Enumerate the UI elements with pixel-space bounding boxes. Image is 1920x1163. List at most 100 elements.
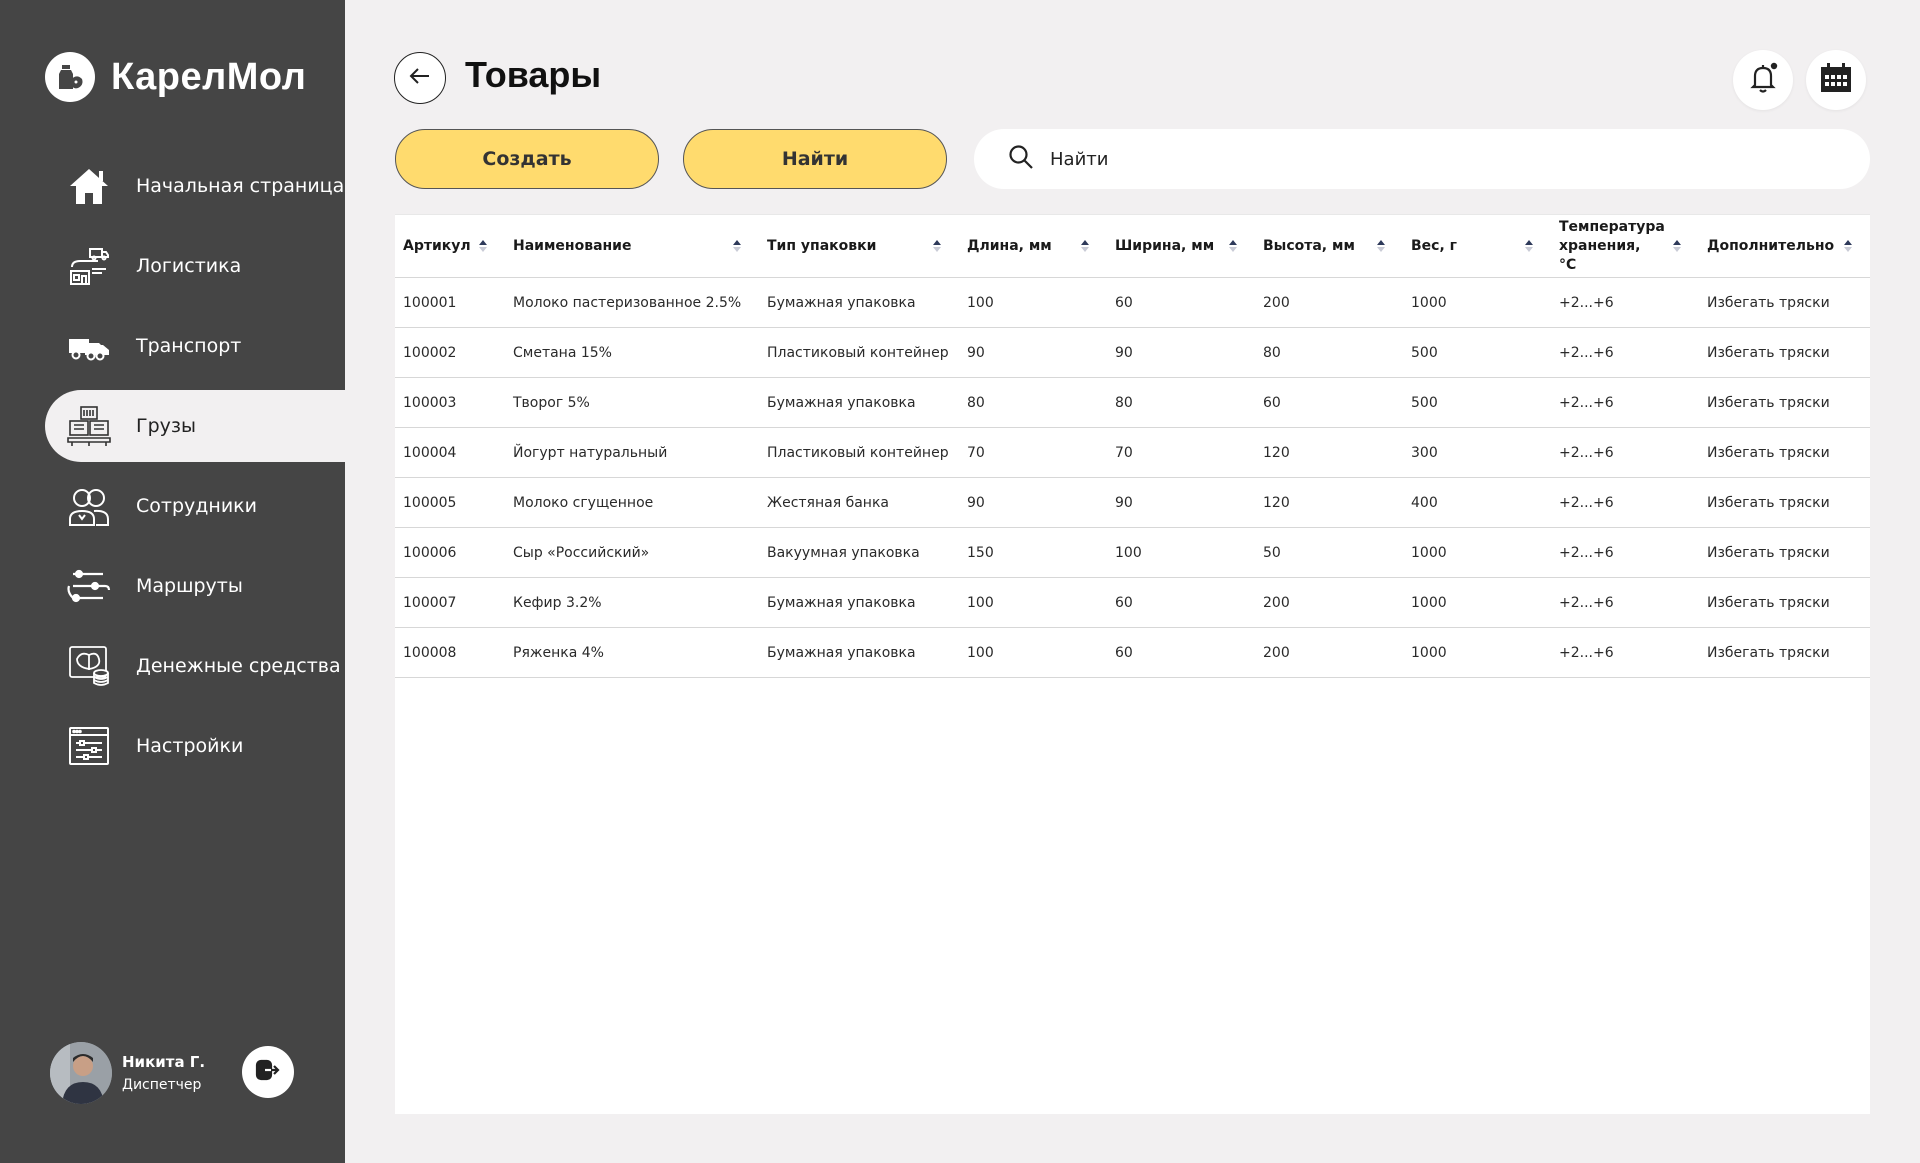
- sidebar-item-money[interactable]: Денежные средства: [45, 630, 345, 702]
- sort-icon[interactable]: [1673, 240, 1681, 252]
- sidebar-item-employees[interactable]: Сотрудники: [45, 470, 345, 542]
- table-row[interactable]: 100006 Сыр «Российский» Вакуумная упаковка…: [395, 527, 1870, 578]
- table-cell: 90: [1107, 477, 1255, 528]
- column-header-label: Наименование: [513, 237, 632, 254]
- table-row[interactable]: 100001 Молоко пастеризованное 2.5% Бумажна…: [395, 277, 1870, 328]
- table-cell: 80: [1255, 327, 1403, 378]
- column-header-label: Вес, г: [1411, 237, 1457, 254]
- back-button[interactable]: [394, 52, 446, 104]
- user-role: Диспетчер: [122, 1077, 202, 1093]
- table-cell: Бумажная упаковка: [759, 277, 959, 328]
- table-cell: 120: [1255, 427, 1403, 478]
- table-cell: 90: [959, 327, 1107, 378]
- table-cell: Пластиковый контейнер: [759, 327, 959, 378]
- sort-icon[interactable]: [1081, 240, 1089, 252]
- table-row[interactable]: 100008 Ряженка 4% Бумажная упаковка 100 60 20…: [395, 627, 1870, 678]
- notifications-button[interactable]: [1733, 50, 1793, 110]
- table-cell: 100: [959, 627, 1107, 678]
- create-button[interactable]: Создать: [395, 129, 659, 189]
- table-cell: +2...+6: [1551, 627, 1699, 678]
- column-header[interactable]: Высота, мм: [1255, 214, 1403, 278]
- table-cell: 70: [1107, 427, 1255, 478]
- table-cell: 100003: [395, 377, 505, 428]
- table-cell: +2...+6: [1551, 577, 1699, 628]
- table-cell: 1000: [1403, 577, 1551, 628]
- table-cell: Вакуумная упаковка: [759, 527, 959, 578]
- sort-icon[interactable]: [1229, 240, 1237, 252]
- logout-icon: [255, 1058, 281, 1086]
- brand-logo[interactable]: КарелМол: [45, 52, 306, 102]
- table-cell: 200: [1255, 627, 1403, 678]
- column-header[interactable]: Тип упаковки: [759, 214, 959, 278]
- routes-icon: [67, 564, 111, 608]
- column-header[interactable]: Дополнительно: [1699, 214, 1870, 278]
- table-row[interactable]: 100007 Кефир 3.2% Бумажная упаковка 100 60 20…: [395, 577, 1870, 628]
- sidebar-item-label: Денежные средства: [136, 655, 341, 677]
- sidebar-item-label: Сотрудники: [136, 495, 257, 517]
- table-cell: Бумажная упаковка: [759, 377, 959, 428]
- products-table: Артикул Наименование Тип упаковки Длина, мм…: [395, 214, 1870, 1114]
- table-cell: +2...+6: [1551, 477, 1699, 528]
- table-cell: 200: [1255, 277, 1403, 328]
- find-button[interactable]: Найти: [683, 129, 947, 189]
- home-icon: [67, 164, 111, 208]
- logout-button[interactable]: [242, 1046, 294, 1098]
- sidebar-item-cargo[interactable]: Грузы: [45, 390, 345, 462]
- column-header[interactable]: Длина, мм: [959, 214, 1107, 278]
- arrow-left-icon: [409, 67, 431, 89]
- sidebar-item-logistics[interactable]: Логистика: [45, 230, 345, 302]
- sort-icon[interactable]: [1844, 240, 1852, 252]
- user-info: Никита Г. Диспетчер: [122, 1053, 205, 1093]
- sort-icon[interactable]: [1377, 240, 1385, 252]
- table-cell: Избегать тряски: [1699, 627, 1870, 678]
- sidebar-item-routes[interactable]: Маршруты: [45, 550, 345, 622]
- column-header[interactable]: Наименование: [505, 214, 759, 278]
- table-cell: 100008: [395, 627, 505, 678]
- column-header[interactable]: Ширина, мм: [1107, 214, 1255, 278]
- user-profile[interactable]: Никита Г. Диспетчер: [50, 1042, 205, 1104]
- table-cell: 100002: [395, 327, 505, 378]
- table-cell: Бумажная упаковка: [759, 627, 959, 678]
- settings-icon: [67, 724, 111, 768]
- table-cell: 300: [1403, 427, 1551, 478]
- table-cell: 60: [1107, 627, 1255, 678]
- column-header-label: Дополнительно: [1707, 237, 1835, 254]
- sort-icon[interactable]: [933, 240, 941, 252]
- calendar-button[interactable]: [1806, 50, 1866, 110]
- table-row[interactable]: 100002 Сметана 15% Пластиковый контейнер 90…: [395, 327, 1870, 378]
- table-cell: 50: [1255, 527, 1403, 578]
- sort-icon[interactable]: [1525, 240, 1533, 252]
- table-cell: 80: [1107, 377, 1255, 428]
- sidebar-item-settings[interactable]: Настройки: [45, 710, 345, 782]
- sidebar-item-label: Транспорт: [136, 335, 242, 357]
- sort-icon[interactable]: [479, 240, 487, 252]
- sort-icon[interactable]: [733, 240, 741, 252]
- table-cell: Избегать тряски: [1699, 277, 1870, 328]
- table-row[interactable]: 100005 Молоко сгущенное Жестяная банка 90 90…: [395, 477, 1870, 528]
- column-header[interactable]: Температура хранения, °C: [1551, 214, 1699, 278]
- table-row[interactable]: 100004 Йогурт натуральный Пластиковый конт…: [395, 427, 1870, 478]
- sidebar-item-transport[interactable]: Транспорт: [45, 310, 345, 382]
- column-header-label: Длина, мм: [967, 237, 1052, 254]
- table-cell: Избегать тряски: [1699, 477, 1870, 528]
- table-cell: Кефир 3.2%: [505, 577, 759, 628]
- search-input[interactable]: [1050, 148, 1810, 170]
- table-cell: Молоко сгущенное: [505, 477, 759, 528]
- table-cell: 500: [1403, 327, 1551, 378]
- table-cell: Избегать тряски: [1699, 527, 1870, 578]
- cargo-icon: [67, 404, 111, 448]
- column-header[interactable]: Вес, г: [1403, 214, 1551, 278]
- calendar-icon: [1819, 62, 1853, 98]
- sidebar: КарелМол Начальная страница Логистика Тр…: [0, 0, 345, 1163]
- table-cell: Йогурт натуральный: [505, 427, 759, 478]
- column-header-label: Артикул: [403, 237, 471, 254]
- user-name: Никита Г.: [122, 1053, 206, 1071]
- sidebar-item-home[interactable]: Начальная страница: [45, 150, 345, 222]
- column-header[interactable]: Артикул: [395, 214, 505, 278]
- table-cell: 60: [1107, 577, 1255, 628]
- table-cell: Молоко пастеризованное 2.5%: [505, 277, 759, 328]
- table-cell: 100006: [395, 527, 505, 578]
- search-bar[interactable]: [974, 129, 1870, 189]
- table-row[interactable]: 100003 Творог 5% Бумажная упаковка 80 80 60 50…: [395, 377, 1870, 428]
- table-cell: Бумажная упаковка: [759, 577, 959, 628]
